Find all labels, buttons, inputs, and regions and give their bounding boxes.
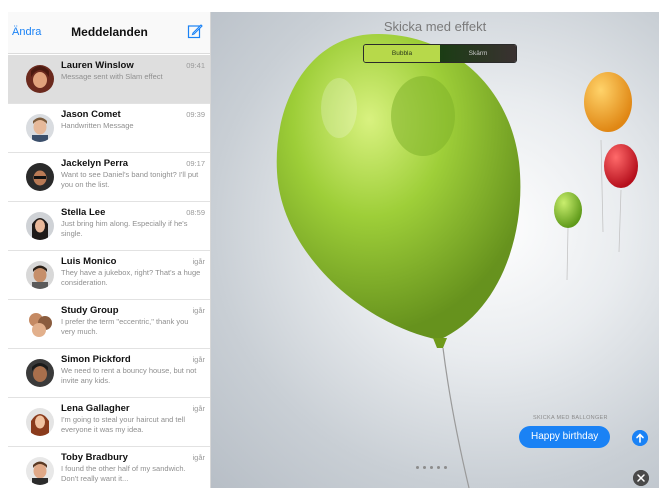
conversation-row[interactable]: Luis Monico igår They have a jukebox, ri… <box>8 251 210 300</box>
conversation-preview: I found the other half of my sandwich. D… <box>61 464 186 483</box>
compose-icon[interactable] <box>187 23 203 39</box>
conversation-preview: Message sent with Slam effect <box>61 72 163 81</box>
conversation-preview: We need to rent a bouncy house, but not … <box>61 366 197 385</box>
conversation-preview: Want to see Daniel's band tonight? I'll … <box>61 170 199 189</box>
page-dot[interactable] <box>423 466 426 469</box>
conversation-name: Lena Gallagher <box>61 403 130 414</box>
conversation-time: igår <box>192 453 205 462</box>
conversation-preview: They have a jukebox, right? That's a hug… <box>61 268 201 287</box>
small-green-balloon <box>554 192 582 228</box>
conversation-name: Stella Lee <box>61 207 106 218</box>
conversation-name: Lauren Winslow <box>61 60 134 71</box>
conversation-row[interactable]: Toby Bradbury igår I found the other hal… <box>8 447 210 488</box>
conversation-time: 09:39 <box>186 110 205 119</box>
avatar <box>26 65 54 93</box>
avatar <box>26 212 54 240</box>
conversation-row[interactable]: Jason Comet 09:39 Handwritten Message <box>8 104 210 153</box>
avatar <box>26 163 54 191</box>
conversation-time: 09:17 <box>186 159 205 168</box>
conversation-preview: Handwritten Message <box>61 121 134 130</box>
avatar <box>26 457 54 485</box>
page-indicator <box>416 466 447 469</box>
conversation-name: Study Group <box>61 305 119 316</box>
avatar <box>26 114 54 142</box>
conversation-time: 08:59 <box>186 208 205 217</box>
page-dot[interactable] <box>437 466 440 469</box>
conversation-sidebar: Ändra Meddelanden Lauren Winslow 09:41 M… <box>8 12 211 488</box>
conversation-list: Lauren Winslow 09:41 Message sent with S… <box>8 55 210 488</box>
orange-balloon <box>584 72 632 132</box>
conversation-preview: Just bring him along. Especially if he's… <box>61 219 188 238</box>
conversation-time: igår <box>192 404 205 413</box>
balloon-string <box>566 227 569 281</box>
large-green-balloon <box>276 34 521 340</box>
balloon-knot <box>433 338 447 348</box>
page-dot[interactable] <box>430 466 433 469</box>
sidebar-nav-bar: Ändra Meddelanden <box>8 12 210 54</box>
segment-bubble[interactable]: Bubbla <box>364 45 440 62</box>
balloon-highlight <box>321 78 357 138</box>
conversation-row[interactable]: Lena Gallagher igår I'm going to steal y… <box>8 398 210 447</box>
red-balloon <box>604 144 638 188</box>
group-avatar <box>29 313 52 337</box>
segment-screen[interactable]: Skärm <box>440 45 516 62</box>
sidebar-title: Meddelanden <box>71 25 148 39</box>
conversation-name: Jason Comet <box>61 109 121 120</box>
conversation-name: Toby Bradbury <box>61 452 128 463</box>
page-dot[interactable] <box>444 466 447 469</box>
balloon-string <box>618 189 622 253</box>
message-bubble: Happy birthday <box>519 426 611 448</box>
effect-preview-area: Skicka med effekt Bubbla Skärm SKICKA ME… <box>211 12 659 488</box>
avatar <box>26 261 54 289</box>
conversation-row[interactable]: Stella Lee 08:59 Just bring him along. E… <box>8 202 210 251</box>
close-icon[interactable] <box>633 470 649 486</box>
balloon-string <box>600 139 604 233</box>
conversation-row[interactable]: Lauren Winslow 09:41 Message sent with S… <box>8 55 210 104</box>
conversation-time: 09:41 <box>186 61 205 70</box>
avatar <box>26 408 54 436</box>
conversation-row[interactable]: Jackelyn Perra 09:17 Want to see Daniel'… <box>8 153 210 202</box>
conversation-name: Simon Pickford <box>61 354 131 365</box>
effect-caption: SKICKA MED BALLONGER <box>533 415 608 421</box>
conversation-row[interactable]: Simon Pickford igår We need to rent a bo… <box>8 349 210 398</box>
conversation-name: Luis Monico <box>61 256 117 267</box>
conversation-time: igår <box>192 355 205 364</box>
reflected-balloon <box>391 76 455 156</box>
page-dot[interactable] <box>416 466 419 469</box>
conversation-preview: I prefer the term "eccentric," thank you… <box>61 317 189 336</box>
conversation-name: Jackelyn Perra <box>61 158 129 169</box>
conversation-time: igår <box>192 257 205 266</box>
send-arrow-icon[interactable] <box>632 430 648 446</box>
conversation-preview: I'm going to steal your haircut and tell… <box>61 415 185 434</box>
effect-title: Skicka med effekt <box>383 19 487 34</box>
conversation-row[interactable]: Study Group igår I prefer the term "ecce… <box>8 300 210 349</box>
conversation-time: igår <box>192 306 205 315</box>
avatar <box>26 359 54 387</box>
effect-segmented-control: Bubbla Skärm <box>363 44 517 63</box>
